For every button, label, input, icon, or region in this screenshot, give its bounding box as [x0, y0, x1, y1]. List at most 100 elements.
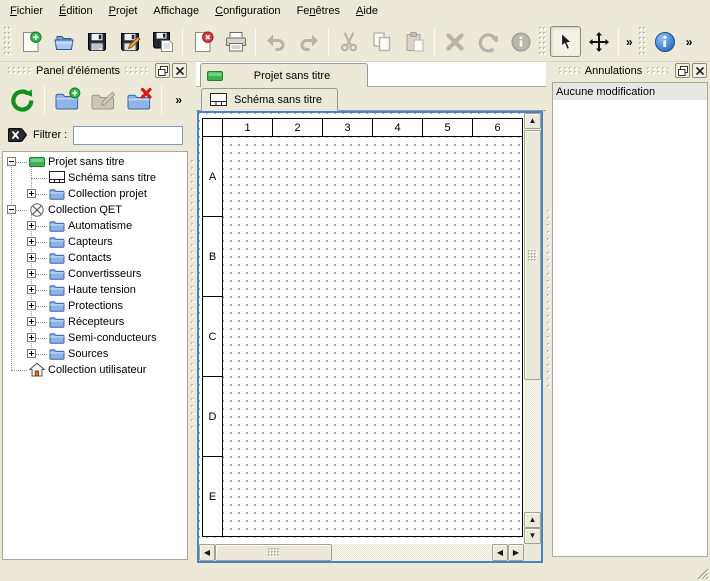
delete-selection-button	[439, 26, 470, 57]
undo-list-item[interactable]: Aucune modification	[553, 83, 707, 100]
elements-tree: Projet sans titreSchéma sans titreCollec…	[2, 151, 188, 560]
tab-schema-sans-titre[interactable]: Schéma sans titre	[201, 88, 338, 111]
tree-expander-plus[interactable]	[27, 317, 36, 326]
toolbar-handle[interactable]	[4, 27, 12, 57]
hscroll-left-button[interactable]: ◀	[199, 544, 215, 561]
folder-icon	[49, 298, 65, 314]
tree-item-haute-tension[interactable]: Haute tension	[3, 282, 187, 298]
menu-affichage[interactable]: Affichage	[145, 2, 207, 20]
tree-item-projet-sans-titre[interactable]: Projet sans titre	[3, 154, 187, 170]
rotate-selection-button	[472, 26, 503, 57]
menu-configuration[interactable]: Configuration	[207, 2, 288, 20]
folder-icon	[49, 218, 65, 234]
reload-collections-button[interactable]	[6, 84, 38, 116]
toolbar-extension-button[interactable]: »	[622, 35, 637, 49]
hscroll-left-button-2[interactable]: ◀	[492, 544, 508, 561]
float-panel-button[interactable]	[675, 63, 690, 78]
tree-item-automatisme[interactable]: Automatisme	[3, 218, 187, 234]
grid-column-header: 6	[473, 119, 523, 137]
pan-mode-button[interactable]	[583, 26, 614, 57]
toolbar-extension-button[interactable]: »	[171, 93, 186, 107]
elements-panel-titlebar[interactable]: Panel d'éléments	[0, 62, 190, 79]
vscroll-thumb[interactable]	[524, 130, 541, 380]
tree-expander-plus[interactable]	[27, 301, 36, 310]
elements-panel-title: Panel d'éléments	[36, 65, 120, 77]
toolbar-separator	[434, 28, 435, 56]
dock-handle[interactable]	[125, 67, 148, 75]
float-panel-button[interactable]	[155, 63, 170, 78]
dock-handle[interactable]	[8, 67, 31, 75]
new-document-button[interactable]	[15, 26, 46, 57]
menu-projet[interactable]: Projet	[101, 2, 146, 20]
folder-icon	[49, 234, 65, 250]
save-current-file-button[interactable]	[147, 26, 178, 57]
tree-item-collection-qet[interactable]: Collection QET	[3, 202, 187, 218]
tree-expander-minus[interactable]	[7, 205, 16, 214]
save-as-button[interactable]	[114, 26, 145, 57]
new-element-button[interactable]	[51, 84, 83, 116]
filter-input[interactable]	[73, 126, 183, 145]
grid-corner-cell	[203, 119, 223, 137]
vscroll-up-button[interactable]: ▲	[524, 113, 541, 129]
resize-grip-icon[interactable]	[695, 566, 709, 580]
hscroll-right-button[interactable]: ▶	[508, 544, 524, 561]
tree-expander-plus[interactable]	[27, 269, 36, 278]
tree-expander-minus[interactable]	[7, 157, 16, 166]
grid-column-header: 5	[423, 119, 473, 137]
tree-expander-plus[interactable]	[27, 333, 36, 342]
hscroll-thumb[interactable]	[215, 544, 332, 561]
toolbar-separator	[618, 28, 619, 56]
tab-projet-sans-titre[interactable]: Projet sans titre	[200, 63, 368, 87]
menu-edition[interactable]: Édition	[51, 2, 101, 20]
grid-column-header: 4	[373, 119, 423, 137]
tree-item-protections[interactable]: Protections	[3, 298, 187, 314]
dock-handle[interactable]	[647, 67, 668, 75]
toolbar-handle[interactable]	[539, 27, 547, 57]
tree-item-sources[interactable]: Sources	[3, 346, 187, 362]
tree-item-collection-projet[interactable]: Collection projet	[3, 186, 187, 202]
toolbar-extension-button[interactable]: »	[682, 35, 697, 49]
annulations-panel-titlebar[interactable]: Annulations	[551, 62, 710, 79]
tree-expander-plus[interactable]	[27, 189, 36, 198]
close-panel-button[interactable]	[172, 63, 187, 78]
grid-row-header: A	[203, 137, 223, 217]
tree-item-capteurs[interactable]: Capteurs	[3, 234, 187, 250]
vscroll-down-button[interactable]: ▼	[524, 528, 541, 544]
toolbar-handle[interactable]	[639, 27, 647, 57]
tree-item-label: Récepteurs	[68, 316, 124, 328]
tree-expander-plus[interactable]	[27, 237, 36, 246]
select-mode-button[interactable]	[550, 26, 581, 57]
tree-item-semi-conducteurs[interactable]: Semi-conducteurs	[3, 330, 187, 346]
save-button[interactable]	[81, 26, 112, 57]
vscroll-up-button-2[interactable]: ▲	[524, 512, 541, 528]
tree-expander-plus[interactable]	[27, 285, 36, 294]
close-panel-button[interactable]	[692, 63, 707, 78]
filter-label: Filtrer :	[33, 129, 67, 141]
tree-item-recepteurs[interactable]: Récepteurs	[3, 314, 187, 330]
tree-item-contacts[interactable]: Contacts	[3, 250, 187, 266]
tree-item-convertisseurs[interactable]: Convertisseurs	[3, 266, 187, 282]
tree-item-schema-sans-titre[interactable]: Schéma sans titre	[3, 170, 187, 186]
dock-handle[interactable]	[559, 67, 580, 75]
tree-expander-plus[interactable]	[27, 253, 36, 262]
grid-row-header: E	[203, 457, 223, 537]
menu-fichier[interactable]: Fichier	[2, 2, 51, 20]
menu-fenetres[interactable]: Fenêtres	[289, 2, 348, 20]
schema-tabbar: Schéma sans titre	[196, 87, 546, 111]
clear-filter-button[interactable]	[7, 127, 27, 143]
about-button[interactable]	[650, 26, 681, 57]
delete-element-button[interactable]	[123, 84, 155, 116]
cut-icon	[337, 30, 361, 54]
tree-item-collection-utilisateur[interactable]: Collection utilisateur	[3, 362, 187, 378]
project-icon	[29, 154, 45, 170]
close-file-button[interactable]	[187, 26, 218, 57]
save-icon	[85, 30, 109, 54]
undo-button	[260, 26, 291, 57]
project-icon	[207, 68, 223, 84]
schematic-canvas[interactable]: 123456 ABCDE	[199, 113, 524, 544]
print-button[interactable]	[220, 26, 251, 57]
open-document-button[interactable]	[48, 26, 79, 57]
menu-aide[interactable]: Aide	[348, 2, 386, 20]
tree-expander-plus[interactable]	[27, 221, 36, 230]
tree-expander-plus[interactable]	[27, 349, 36, 358]
